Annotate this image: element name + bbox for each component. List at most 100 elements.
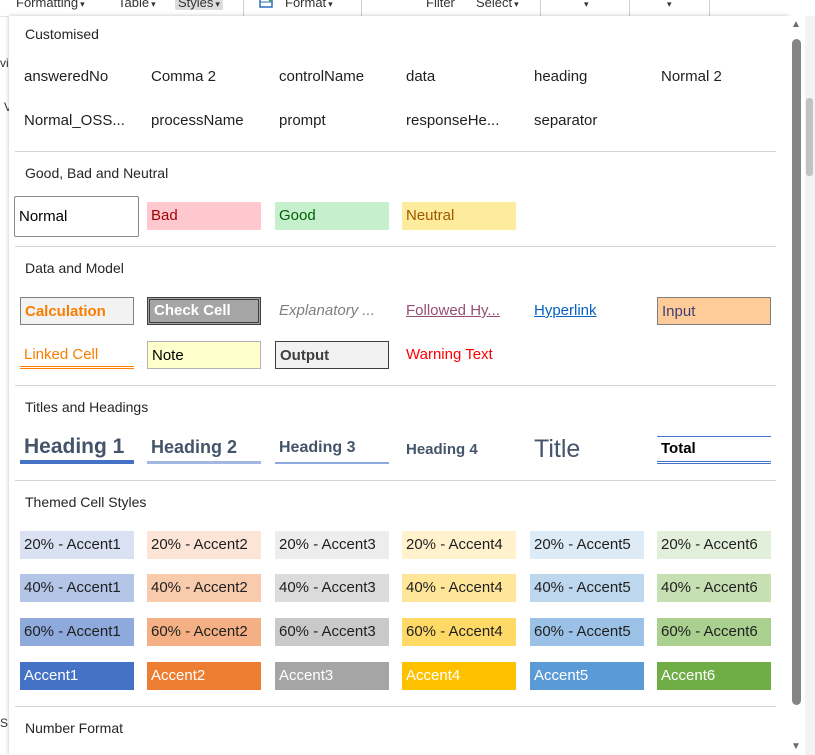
style-total[interactable]: Total (657, 436, 771, 464)
ribbon-separator (540, 0, 541, 16)
section-divider (15, 480, 776, 481)
section-title-good-bad-neutral: Good, Bad and Neutral (25, 165, 169, 181)
chevron-down-icon: ▾ (215, 0, 220, 9)
scroll-down-arrow-icon[interactable]: ▼ (791, 741, 801, 752)
style-40-accent2[interactable]: 40% - Accent2 (147, 574, 261, 602)
filter-label: Filter (426, 0, 455, 10)
section-title-number-format: Number Format (25, 720, 124, 736)
style-20-accent3[interactable]: 20% - Accent3 (275, 531, 389, 559)
style-output[interactable]: Output (275, 341, 389, 369)
style-answeredno[interactable]: answeredNo (20, 63, 134, 91)
style-processname[interactable]: processName (147, 107, 261, 135)
style-controlname[interactable]: controlName (275, 63, 389, 91)
style-data[interactable]: data (402, 63, 516, 91)
style-60-accent6[interactable]: 60% - Accent6 (657, 618, 771, 646)
format-button[interactable]: Format ▾ (259, 0, 333, 10)
section-title-data-model: Data and Model (25, 260, 124, 276)
section-divider (15, 151, 776, 152)
cell-styles-button[interactable]: Styles ▾ (175, 0, 223, 10)
style-20-accent4[interactable]: 20% - Accent4 (402, 531, 516, 559)
style-accent2[interactable]: Accent2 (147, 662, 261, 690)
ribbon-dropdown[interactable]: ▾ (582, 0, 589, 10)
cell-styles-gallery: Customised answeredNo Comma 2 controlNam… (9, 16, 789, 755)
find-select-button[interactable]: Select ▾ (476, 0, 519, 10)
style-heading-2[interactable]: Heading 2 (147, 434, 261, 464)
window-scrollbar[interactable] (805, 16, 815, 755)
ribbon-separator (709, 0, 710, 16)
style-comma-2[interactable]: Comma 2 (147, 63, 261, 91)
conditional-formatting-button[interactable]: Formatting ▾ (16, 0, 85, 10)
style-40-accent5[interactable]: 40% - Accent5 (530, 574, 644, 602)
style-20-accent6[interactable]: 20% - Accent6 (657, 531, 771, 559)
style-60-accent5[interactable]: 60% - Accent5 (530, 618, 644, 646)
style-60-accent2[interactable]: 60% - Accent2 (147, 618, 261, 646)
style-heading-1[interactable]: Heading 1 (20, 433, 134, 464)
style-calculation[interactable]: Calculation (20, 297, 134, 325)
style-followed-hyperlink[interactable]: Followed Hy... (402, 297, 516, 325)
style-accent1[interactable]: Accent1 (20, 662, 134, 690)
sort-filter-button[interactable]: Filter (426, 0, 455, 10)
scrollbar-thumb[interactable] (792, 39, 801, 705)
window-scrollbar-thumb[interactable] (806, 98, 813, 176)
style-accent4[interactable]: Accent4 (402, 662, 516, 690)
style-40-accent1[interactable]: 40% - Accent1 (20, 574, 134, 602)
style-40-accent3[interactable]: 40% - Accent3 (275, 574, 389, 602)
sheet-text-fragment: S (0, 716, 9, 730)
ribbon-dropdown[interactable]: ▾ (665, 0, 672, 10)
section-title-titles-headings: Titles and Headings (25, 399, 149, 415)
style-note[interactable]: Note (147, 341, 261, 369)
format-as-table-button[interactable]: Table ▾ (118, 0, 156, 10)
style-check-cell[interactable]: Check Cell (147, 297, 261, 325)
chevron-down-icon: ▾ (80, 0, 85, 9)
style-separator[interactable]: separator (530, 107, 644, 135)
format-cells-icon (259, 0, 273, 8)
style-60-accent4[interactable]: 60% - Accent4 (402, 618, 516, 646)
select-label: Select (476, 0, 513, 10)
style-warning-text[interactable]: Warning Text (402, 341, 516, 369)
section-divider (15, 706, 776, 707)
style-accent6[interactable]: Accent6 (657, 662, 771, 690)
style-title[interactable]: Title (530, 434, 644, 464)
scroll-up-arrow-icon[interactable]: ▲ (791, 19, 801, 30)
chevron-down-icon: ▾ (667, 0, 672, 9)
style-neutral[interactable]: Neutral (402, 202, 516, 230)
chevron-down-icon: ▾ (584, 0, 589, 9)
chevron-down-icon: ▾ (151, 0, 156, 9)
style-bad[interactable]: Bad (147, 202, 261, 230)
style-60-accent1[interactable]: 60% - Accent1 (20, 618, 134, 646)
style-normal[interactable]: Normal (14, 196, 139, 237)
style-normal-oss[interactable]: Normal_OSS... (20, 107, 134, 135)
style-40-accent4[interactable]: 40% - Accent4 (402, 574, 516, 602)
gallery-scrollbar[interactable]: ▲ ▼ (789, 16, 805, 755)
style-normal-2[interactable]: Normal 2 (657, 63, 771, 91)
style-accent3[interactable]: Accent3 (275, 662, 389, 690)
formatting-label: Formatting (16, 0, 79, 10)
style-input[interactable]: Input (657, 297, 771, 325)
style-heading-4[interactable]: Heading 4 (402, 436, 516, 464)
section-title-customised: Customised (25, 26, 99, 42)
style-responseheading[interactable]: responseHe... (402, 107, 516, 135)
style-heading[interactable]: heading (530, 63, 644, 91)
style-20-accent5[interactable]: 20% - Accent5 (530, 531, 644, 559)
style-60-accent3[interactable]: 60% - Accent3 (275, 618, 389, 646)
styles-label: Styles (178, 0, 214, 10)
style-20-accent2[interactable]: 20% - Accent2 (147, 531, 261, 559)
format-label: Format (285, 0, 327, 10)
style-hyperlink[interactable]: Hyperlink (530, 297, 644, 325)
ribbon-separator (243, 0, 244, 16)
ribbon-strip: Formatting ▾ Table ▾ Styles ▾ Format ▾ Filte… (0, 0, 815, 17)
section-divider (15, 246, 776, 247)
section-title-themed: Themed Cell Styles (25, 494, 147, 510)
chevron-down-icon: ▾ (514, 0, 519, 9)
section-divider (15, 385, 776, 386)
style-20-accent1[interactable]: 20% - Accent1 (20, 531, 134, 559)
style-explanatory[interactable]: Explanatory ... (275, 297, 389, 325)
style-prompt[interactable]: prompt (275, 107, 389, 135)
style-heading-3[interactable]: Heading 3 (275, 434, 389, 464)
ribbon-separator (629, 0, 630, 16)
style-accent5[interactable]: Accent5 (530, 662, 644, 690)
style-linked-cell[interactable]: Linked Cell (20, 341, 134, 369)
chevron-down-icon: ▾ (328, 0, 333, 9)
style-good[interactable]: Good (275, 202, 389, 230)
style-40-accent6[interactable]: 40% - Accent6 (657, 574, 771, 602)
